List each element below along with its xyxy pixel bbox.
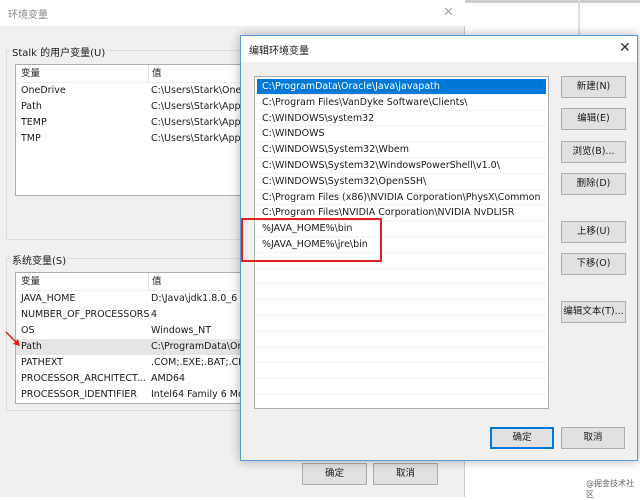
table-row[interactable]: TMP C:\Users\Stark\AppD xyxy=(16,131,254,147)
path-item[interactable] xyxy=(257,348,546,364)
var-name: PATHEXT xyxy=(21,357,63,368)
path-item[interactable] xyxy=(257,332,546,348)
col-val-header[interactable]: 值 xyxy=(148,65,162,83)
var-value: Windows_NT xyxy=(151,325,212,336)
path-item[interactable]: C:\WINDOWS xyxy=(257,126,546,143)
col-val-header[interactable]: 值 xyxy=(148,273,162,291)
path-item[interactable]: C:\WINDOWS\System32\WindowsPowerShell\v1… xyxy=(257,158,546,174)
path-item[interactable] xyxy=(257,363,546,380)
path-item[interactable]: C:\Program Files\VanDyke Software\Client… xyxy=(257,95,546,111)
delete-button[interactable]: 删除(D) xyxy=(561,173,626,195)
var-value: D:\Java\jdk1.8.0_6 xyxy=(151,293,238,304)
var-value: C:\Users\Stark\AppD xyxy=(151,117,248,128)
var-value: 4 xyxy=(151,309,158,320)
var-name: TEMP xyxy=(21,117,47,128)
path-item[interactable] xyxy=(257,269,546,285)
system-vars-list[interactable]: 变量值 JAVA_HOME D:\Java\jdk1.8.0_6 NUMBER_OF… xyxy=(15,272,255,404)
col-var-header[interactable]: 变量 xyxy=(21,273,40,291)
move-down-button[interactable]: 下移(O) xyxy=(561,253,626,275)
table-row[interactable]: Path C:\Users\Stark\AppD xyxy=(16,99,254,115)
var-value: C:\Users\Stark\AppD xyxy=(151,133,248,144)
system-vars-label: 系统变量(S) xyxy=(10,252,69,267)
table-row[interactable]: PROCESSOR_ARCHITECT... AMD64 xyxy=(16,371,254,387)
var-value: C:\Users\Stark\OneD xyxy=(151,85,249,96)
var-name: Path xyxy=(21,101,42,112)
var-name: NUMBER_OF_PROCESSORS xyxy=(21,309,150,320)
var-name: JAVA_HOME xyxy=(21,293,76,304)
table-row[interactable]: Path C:\ProgramData\Ora xyxy=(16,339,254,355)
close-icon[interactable]: ✕ xyxy=(619,40,631,56)
window-title: 环境变量 xyxy=(0,0,465,26)
path-item[interactable]: C:\ProgramData\Oracle\Java\javapath xyxy=(257,79,546,95)
edit-button[interactable]: 编辑(E) xyxy=(561,108,626,130)
browse-button[interactable]: 浏览(B)... xyxy=(561,141,626,163)
var-name: PROCESSOR_ARCHITECT... xyxy=(21,373,146,384)
var-name: OneDrive xyxy=(21,85,66,96)
path-item[interactable]: C:\Program Files (x86)\NVIDIA Corporatio… xyxy=(257,190,546,206)
table-row[interactable]: PATHEXT .COM;.EXE;.BAT;.CMD xyxy=(16,355,254,371)
path-item[interactable] xyxy=(257,300,546,316)
table-row[interactable]: PROCESSOR_IDENTIFIER Intel64 Family 6 Moc xyxy=(16,387,254,403)
path-item[interactable] xyxy=(257,379,546,395)
new-button[interactable]: 新建(N) xyxy=(561,76,626,98)
var-name: TMP xyxy=(21,133,41,144)
path-item[interactable]: C:\WINDOWS\System32\Wbem xyxy=(257,142,546,158)
path-item[interactable] xyxy=(257,284,546,301)
close-icon[interactable]: ✕ xyxy=(443,5,454,20)
var-value: Intel64 Family 6 Moc xyxy=(151,389,250,400)
table-row[interactable]: NUMBER_OF_PROCESSORS 4 xyxy=(16,307,254,323)
table-row[interactable]: OS Windows_NT xyxy=(16,323,254,339)
var-value: C:\Users\Stark\AppD xyxy=(151,101,248,112)
user-vars-label: Stalk 的用户变量(U) xyxy=(10,44,108,59)
edit-text-button[interactable]: 编辑文本(T)... xyxy=(561,301,626,323)
table-row[interactable]: JAVA_HOME D:\Java\jdk1.8.0_6 xyxy=(16,291,254,307)
user-vars-list[interactable]: 变量 值 OneDrive C:\Users\Stark\OneD Path C:\Us… xyxy=(15,64,255,196)
var-value: C:\ProgramData\Ora xyxy=(151,341,248,352)
table-row[interactable]: OneDrive C:\Users\Stark\OneD xyxy=(16,83,254,99)
highlight-box xyxy=(241,218,382,262)
red-arrow-icon xyxy=(5,331,20,346)
cancel-button[interactable]: 取消 xyxy=(561,427,625,449)
path-item[interactable]: C:\WINDOWS\system32 xyxy=(257,111,546,127)
path-item[interactable]: C:\WINDOWS\System32\OpenSSH\ xyxy=(257,174,546,190)
dialog-title: 编辑环境变量 xyxy=(241,36,637,62)
table-row[interactable]: TEMP C:\Users\Stark\AppD xyxy=(16,115,254,131)
path-item[interactable] xyxy=(257,316,546,332)
cancel-button[interactable]: 取消 xyxy=(373,463,438,485)
var-name: PROCESSOR_IDENTIFIER xyxy=(21,389,138,400)
var-value: .COM;.EXE;.BAT;.CMD xyxy=(151,357,254,368)
var-name: Path xyxy=(21,341,42,352)
var-name: OS xyxy=(21,325,35,336)
col-var-header[interactable]: 变量 xyxy=(21,65,40,83)
ok-button[interactable]: 确定 xyxy=(490,427,554,449)
move-up-button[interactable]: 上移(U) xyxy=(561,221,626,243)
var-value: AMD64 xyxy=(151,373,186,384)
ok-button[interactable]: 确定 xyxy=(302,463,367,485)
